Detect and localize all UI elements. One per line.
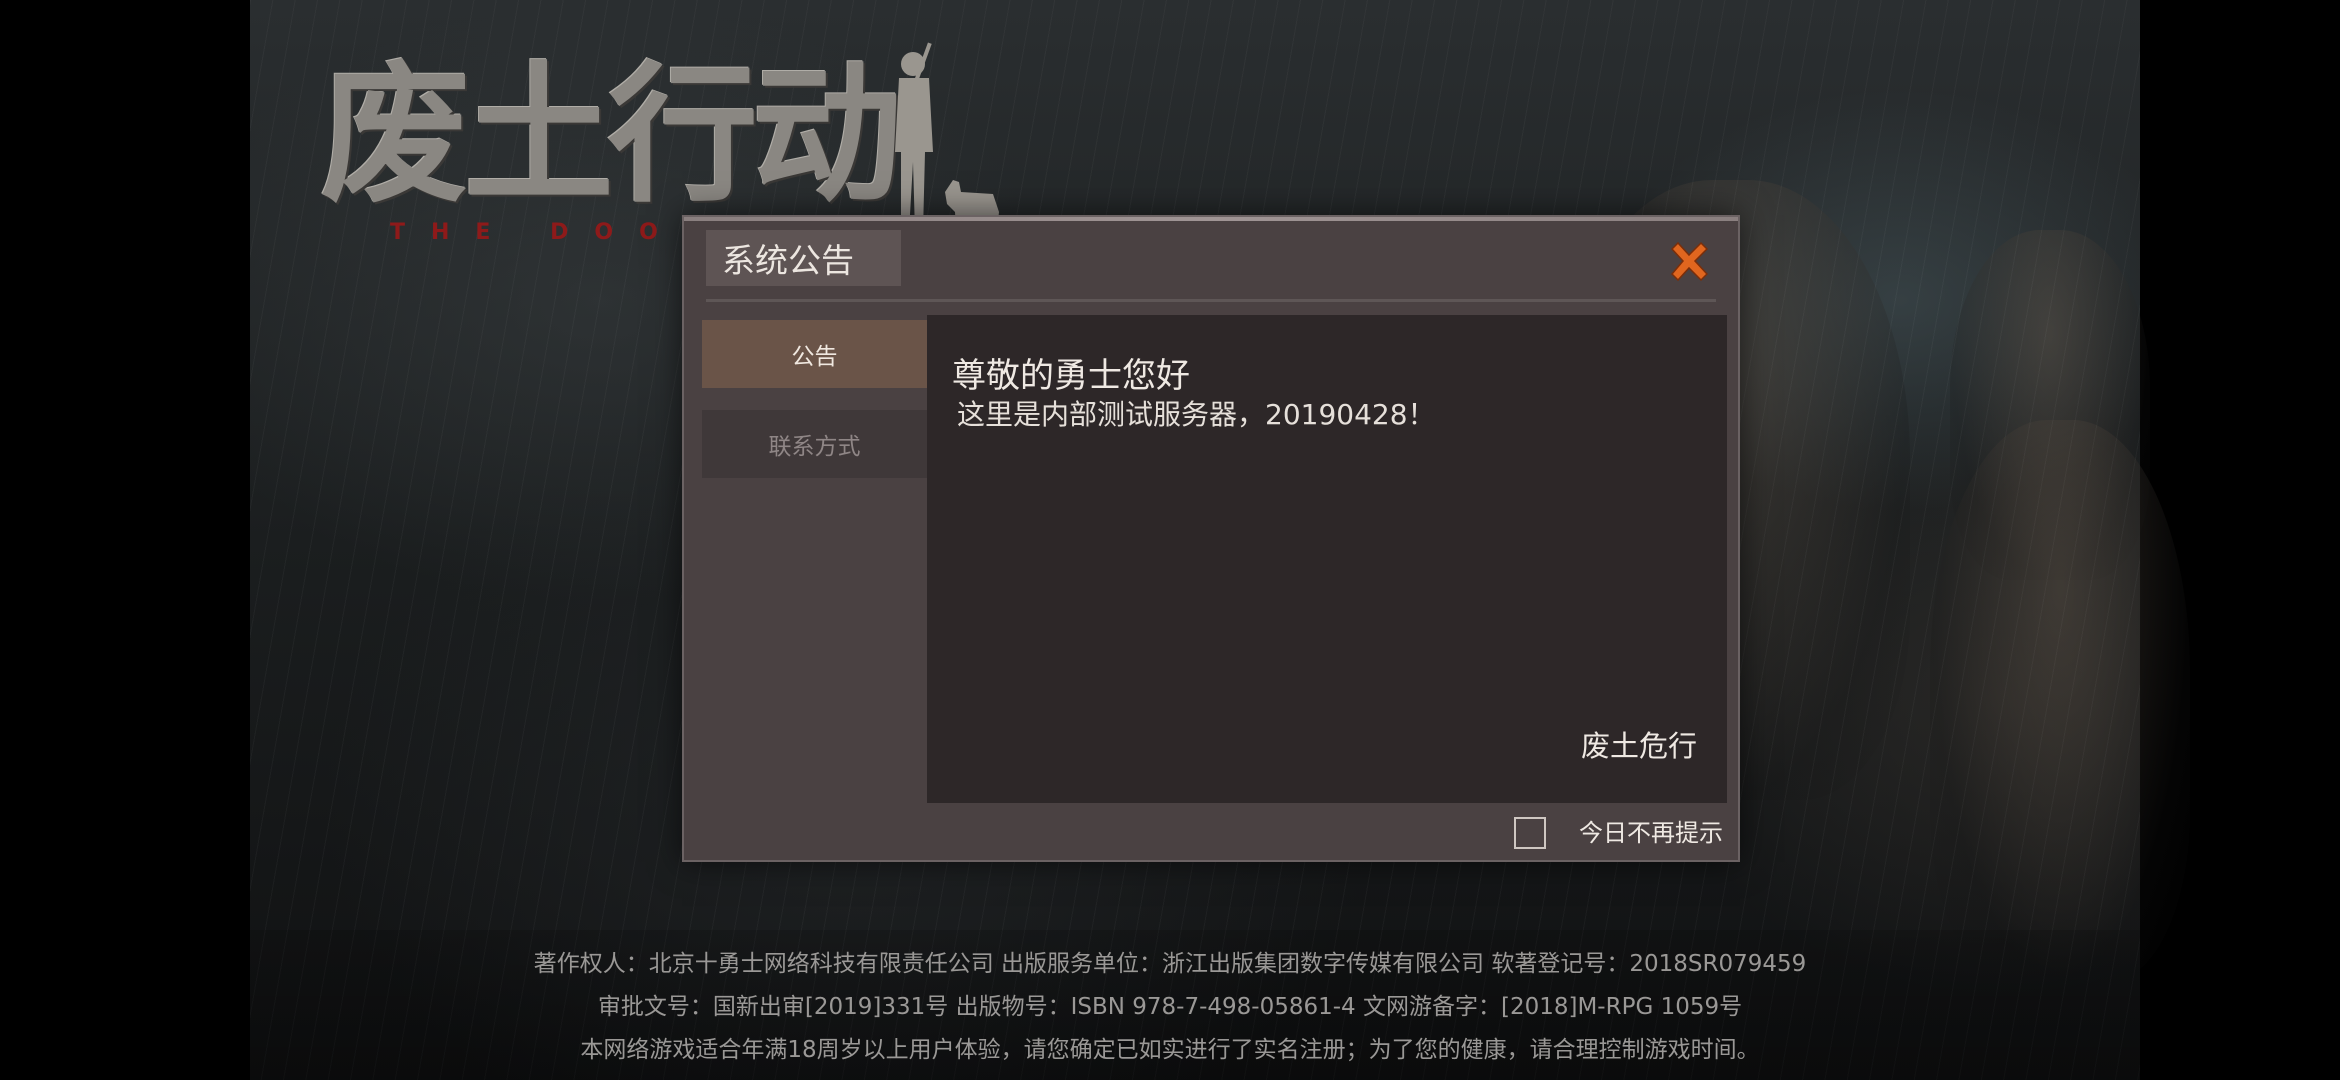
system-announcement-dialog: 系统公告 公告 联系方式 尊敬的勇士您好 这里是内部测试服务器，20190428… — [682, 215, 1740, 862]
announcement-content: 尊敬的勇士您好 这里是内部测试服务器，20190428！ 废土危行 — [927, 315, 1727, 803]
close-x-icon — [1670, 241, 1709, 282]
dont-show-today-label[interactable]: 今日不再提示 — [1579, 817, 1723, 849]
tab-announcement-label: 公告 — [791, 344, 838, 370]
announcement-signature: 废土危行 — [1580, 729, 1697, 763]
close-button[interactable] — [1664, 237, 1714, 287]
footer-license-line: 审批文号：国新出审[2019]331号 出版物号：ISBN 978-7-498-… — [597, 994, 1743, 1020]
footer-health-notice-line: 本网络游戏适合年满18周岁以上用户体验，请您确定已如实进行了实名注册；为了您的健… — [580, 1037, 1760, 1063]
footer-copyright-line: 著作权人：北京十勇士网络科技有限责任公司 出版服务单位：浙江出版集团数字传媒有限… — [533, 951, 1807, 977]
tab-contact[interactable]: 联系方式 — [702, 410, 927, 478]
title-divider — [706, 299, 1716, 302]
game-logo-title: 废土行动 — [320, 47, 902, 223]
announcement-message: 这里是内部测试服务器，20190428！ — [957, 398, 1436, 431]
dont-show-today-checkbox[interactable] — [1514, 817, 1546, 849]
dialog-title-tab: 系统公告 — [706, 230, 901, 286]
dialog-title: 系统公告 — [722, 241, 854, 280]
announcement-greeting: 尊敬的勇士您好 — [952, 356, 1190, 396]
tab-announcement[interactable]: 公告 — [702, 320, 927, 388]
tab-contact-label: 联系方式 — [768, 434, 861, 460]
